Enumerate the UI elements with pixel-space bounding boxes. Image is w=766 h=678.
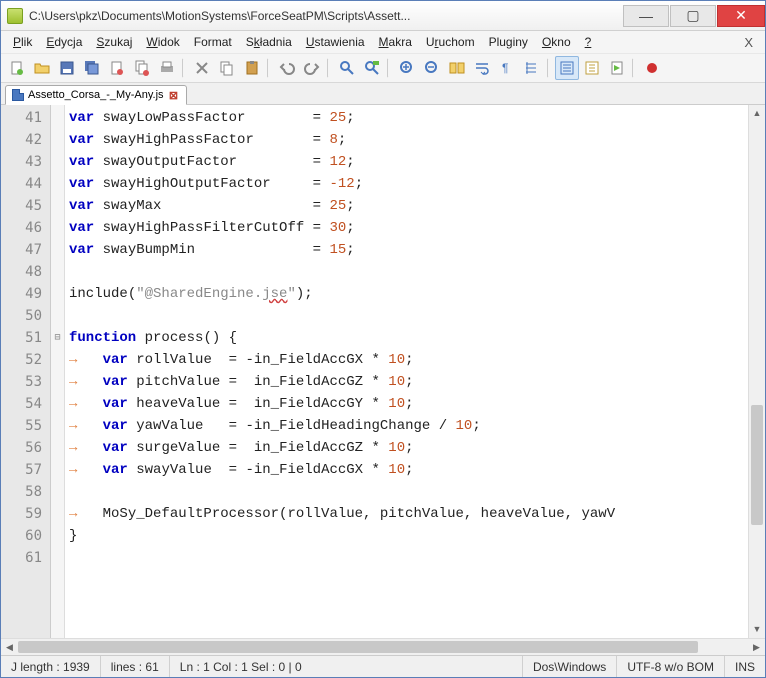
zoom-in-button[interactable] — [395, 56, 419, 80]
toolbar-separator — [267, 58, 272, 78]
toolbar-separator — [387, 58, 392, 78]
status-lines: lines : 61 — [101, 656, 170, 677]
scrollbar-thumb[interactable] — [18, 641, 698, 653]
zoom-out-button[interactable] — [420, 56, 444, 80]
status-position: Ln : 1 Col : 1 Sel : 0 | 0 — [170, 656, 523, 677]
toolbar-separator — [547, 58, 552, 78]
menu-szukaj[interactable]: Szukaj — [90, 33, 138, 51]
wordwrap-button[interactable] — [470, 56, 494, 80]
toolbar-separator — [182, 58, 187, 78]
menu-ustawienia[interactable]: Ustawienia — [300, 33, 371, 51]
undo-button[interactable] — [275, 56, 299, 80]
menu-format[interactable]: Format — [188, 33, 238, 51]
redo-button[interactable] — [300, 56, 324, 80]
toolbar-separator — [327, 58, 332, 78]
status-insert-mode: INS — [725, 656, 765, 677]
copy-button[interactable] — [215, 56, 239, 80]
code-editor[interactable]: var swayLowPassFactor = 25;var swayHighP… — [65, 105, 748, 638]
open-file-button[interactable] — [30, 56, 54, 80]
editor-area: 4142434445464748495051525354555657585960… — [1, 105, 765, 638]
status-encoding: UTF-8 w/o BOM — [617, 656, 725, 677]
title-bar: C:\Users\pkz\Documents\MotionSystems\For… — [1, 1, 765, 31]
scroll-down-icon[interactable]: ▼ — [749, 621, 765, 638]
find-button[interactable] — [335, 56, 359, 80]
toolbar-separator — [632, 58, 637, 78]
app-icon — [7, 8, 23, 24]
cut-button[interactable] — [190, 56, 214, 80]
tab-close-icon[interactable]: ⊠ — [168, 89, 180, 101]
doc-map-button[interactable] — [605, 56, 629, 80]
status-eol: Dos\Windows — [523, 656, 617, 677]
menu-skladnia[interactable]: Składnia — [240, 33, 298, 51]
vertical-scrollbar[interactable]: ▲ ▼ — [748, 105, 765, 638]
save-all-button[interactable] — [80, 56, 104, 80]
scroll-left-icon[interactable]: ◀ — [1, 642, 18, 653]
status-bar: J length : 1939 lines : 61 Ln : 1 Col : … — [1, 655, 765, 677]
sync-button[interactable] — [445, 56, 469, 80]
status-length: J length : 1939 — [1, 656, 101, 677]
save-button[interactable] — [55, 56, 79, 80]
scroll-right-icon[interactable]: ▶ — [748, 642, 765, 653]
record-macro-button[interactable] — [640, 56, 664, 80]
menu-pluginy[interactable]: Pluginy — [483, 33, 534, 51]
scrollbar-thumb[interactable] — [751, 405, 763, 525]
new-file-button[interactable] — [5, 56, 29, 80]
tab-label: Assetto_Corsa_-_My-Any.js — [28, 89, 164, 101]
scroll-up-icon[interactable]: ▲ — [749, 105, 765, 122]
show-all-chars-button[interactable]: ¶ — [495, 56, 519, 80]
menu-widok[interactable]: Widok — [140, 33, 185, 51]
close-file-button[interactable] — [105, 56, 129, 80]
menu-close-doc[interactable]: X — [738, 33, 759, 52]
minimize-button[interactable]: — — [623, 5, 669, 27]
menu-uruchom[interactable]: Uruchom — [420, 33, 481, 51]
close-button[interactable]: ✕ — [717, 5, 765, 27]
svg-text:¶: ¶ — [502, 61, 508, 75]
menu-okno[interactable]: Okno — [536, 33, 577, 51]
toolbar: ¶ — [1, 53, 765, 83]
menu-bar: Plik Edycja Szukaj Widok Format Składnia… — [1, 31, 765, 53]
menu-help[interactable]: ? — [579, 33, 598, 51]
print-button[interactable] — [155, 56, 179, 80]
function-list-button[interactable] — [580, 56, 604, 80]
close-all-button[interactable] — [130, 56, 154, 80]
file-icon — [12, 89, 24, 101]
tab-strip: Assetto_Corsa_-_My-Any.js ⊠ — [1, 83, 765, 105]
folder-view-button[interactable] — [555, 56, 579, 80]
menu-edycja[interactable]: Edycja — [40, 33, 88, 51]
tab-active[interactable]: Assetto_Corsa_-_My-Any.js ⊠ — [5, 85, 187, 105]
maximize-button[interactable]: ▢ — [670, 5, 716, 27]
horizontal-scrollbar[interactable]: ◀ ▶ — [1, 638, 765, 655]
paste-button[interactable] — [240, 56, 264, 80]
indent-guide-button[interactable] — [520, 56, 544, 80]
line-number-gutter: 4142434445464748495051525354555657585960… — [1, 105, 51, 638]
window-title: C:\Users\pkz\Documents\MotionSystems\For… — [29, 9, 622, 23]
menu-plik[interactable]: Plik — [7, 33, 38, 51]
replace-button[interactable] — [360, 56, 384, 80]
fold-column[interactable]: ⊟ — [51, 105, 65, 638]
menu-makra[interactable]: Makra — [373, 33, 418, 51]
